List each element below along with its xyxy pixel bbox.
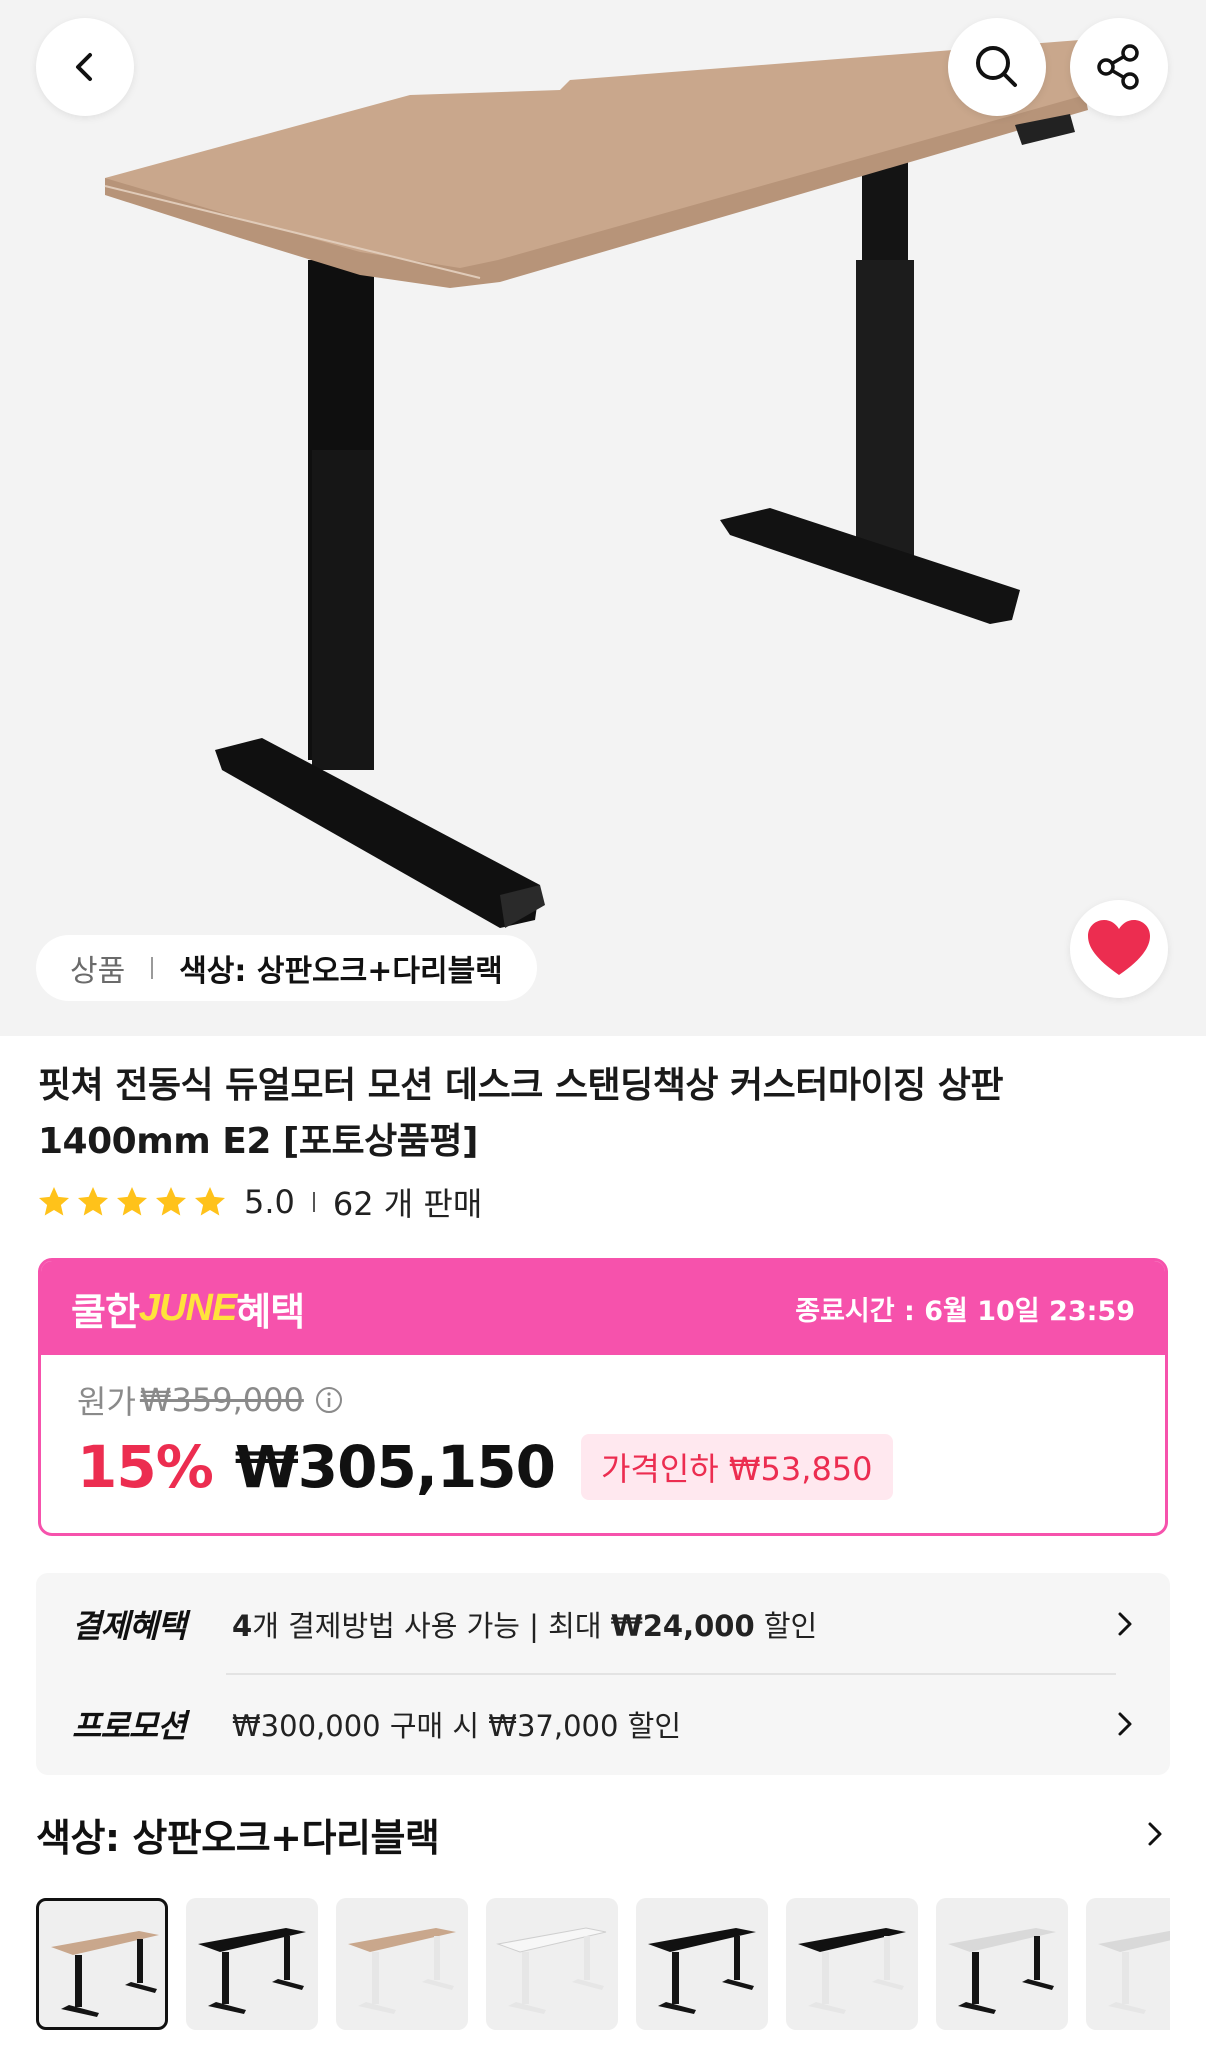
swatch-desk-image bbox=[798, 1928, 906, 2014]
caption-category: 상품 bbox=[70, 954, 126, 989]
image-caption-tag: 상품 색상: 상판오크+다리블랙 bbox=[36, 935, 537, 1001]
swatch-desk-image bbox=[198, 1928, 306, 2014]
chevron-left-icon bbox=[76, 53, 92, 81]
promo-logo: 쿨한 JUNE 혜택 bbox=[71, 1281, 305, 1336]
original-price-row: 원가 ₩359,000 bbox=[77, 1377, 1129, 1423]
share-icon bbox=[1097, 44, 1139, 90]
original-price: ₩359,000 bbox=[139, 1381, 304, 1419]
star-icon bbox=[78, 1187, 108, 1216]
swatch-desk-image bbox=[496, 1927, 607, 2014]
color-swatch-list bbox=[36, 1898, 1170, 2030]
like-button[interactable] bbox=[1070, 900, 1168, 998]
final-price: ₩305,150 bbox=[234, 1433, 556, 1501]
info-icon[interactable] bbox=[314, 1385, 344, 1415]
payment-benefit-row[interactable]: 결제혜택 4개 결제방법 사용 가능 | 최대 ₩24,000 할인 bbox=[72, 1579, 1140, 1669]
star-icon bbox=[39, 1187, 69, 1216]
color-swatch-1[interactable] bbox=[36, 1898, 168, 2030]
color-swatch-7[interactable] bbox=[936, 1898, 1068, 2030]
chevron-right-icon bbox=[1118, 1712, 1132, 1736]
star-icon bbox=[117, 1187, 147, 1216]
share-button[interactable] bbox=[1070, 18, 1168, 116]
original-price-label: 원가 bbox=[77, 1383, 136, 1421]
payment-benefit-text: 4개 결제방법 사용 가능 | 최대 ₩24,000 할인 bbox=[232, 1603, 1110, 1645]
chevron-right-icon bbox=[1118, 1612, 1132, 1636]
product-title: 핏쳐 전동식 듀얼모터 모션 데스크 스탠딩책상 커스터마이징 상판 1400m… bbox=[38, 1065, 1003, 1162]
sales-count: 62 개 판매 bbox=[332, 1185, 483, 1223]
promo-body: 원가 ₩359,000 15% ₩305,150 가격인하 ₩53,850 bbox=[41, 1355, 1165, 1505]
promo-logo-highlight: JUNE bbox=[138, 1286, 237, 1329]
rating-value: 5.0 bbox=[244, 1183, 295, 1221]
benefits-box: 결제혜택 4개 결제방법 사용 가능 | 최대 ₩24,000 할인 프로모션 … bbox=[36, 1573, 1170, 1775]
color-option-header[interactable]: 색상: 상판오크+다리블랙 bbox=[36, 1804, 1170, 1864]
desk-photo bbox=[104, 40, 1088, 928]
discount-rate: 15% bbox=[77, 1433, 214, 1501]
color-swatch-2[interactable] bbox=[186, 1898, 318, 2030]
swatch-desk-image bbox=[948, 1928, 1056, 2014]
rating-divider bbox=[312, 1192, 315, 1212]
promotion-benefit-text: ₩300,000 구매 시 ₩37,000 할인 bbox=[232, 1709, 682, 1743]
payment-max-discount: ₩24,000 bbox=[610, 1609, 755, 1643]
color-swatch-8[interactable] bbox=[1086, 1898, 1170, 2030]
payment-benefit-title: 결제혜택 bbox=[72, 1607, 187, 1645]
star-icon bbox=[156, 1187, 186, 1216]
promo-logo-suffix: 혜택 bbox=[236, 1289, 305, 1334]
product-image[interactable]: 상품 색상: 상판오크+다리블랙 bbox=[0, 0, 1206, 1036]
benefit-divider bbox=[226, 1673, 1116, 1675]
caption-divider bbox=[151, 957, 154, 979]
color-swatch-5[interactable] bbox=[636, 1898, 768, 2030]
chevron-right-icon bbox=[1148, 1822, 1162, 1846]
promotion-benefit-row[interactable]: 프로모션 ₩300,000 구매 시 ₩37,000 할인 bbox=[72, 1679, 1140, 1769]
promo-end-time: 종료시간 : 6월 10일 23:59 bbox=[795, 1295, 1135, 1327]
color-option-title: 색상: 상판오크+다리블랙 bbox=[36, 1815, 440, 1860]
final-price-row: 15% ₩305,150 가격인하 ₩53,850 bbox=[77, 1429, 1129, 1505]
price-drop-badge: 가격인하 ₩53,850 bbox=[580, 1434, 893, 1500]
color-swatch-4[interactable] bbox=[486, 1898, 618, 2030]
swatch-desk-image bbox=[648, 1928, 756, 2014]
swatch-desk-image bbox=[51, 1931, 159, 2017]
color-swatch-6[interactable] bbox=[786, 1898, 918, 2030]
swatch-desk-image bbox=[1098, 1930, 1170, 2014]
swatch-desk-image bbox=[348, 1928, 456, 2014]
promo-card: 쿨한 JUNE 혜택 종료시간 : 6월 10일 23:59 원가 ₩359,000… bbox=[38, 1258, 1168, 1536]
heart-icon bbox=[1088, 920, 1150, 975]
search-button[interactable] bbox=[948, 18, 1046, 116]
color-swatch-3[interactable] bbox=[336, 1898, 468, 2030]
back-button[interactable] bbox=[36, 18, 134, 116]
payment-text-end: 할인 bbox=[754, 1609, 818, 1643]
rating-row[interactable]: 5.0 62 개 판매 bbox=[36, 1178, 482, 1226]
caption-color: 색상: 상판오크+다리블랙 bbox=[179, 954, 503, 989]
star-rating bbox=[36, 1184, 228, 1220]
star-icon bbox=[195, 1187, 225, 1216]
payment-method-count: 4 bbox=[232, 1609, 253, 1643]
search-icon bbox=[976, 46, 1017, 87]
payment-text-mid: 개 결제방법 사용 가능 | 최대 bbox=[252, 1609, 611, 1643]
promotion-benefit-title: 프로모션 bbox=[72, 1707, 187, 1745]
promo-header: 쿨한 JUNE 혜택 종료시간 : 6월 10일 23:59 bbox=[41, 1261, 1165, 1355]
promo-logo-prefix: 쿨한 bbox=[71, 1289, 140, 1334]
